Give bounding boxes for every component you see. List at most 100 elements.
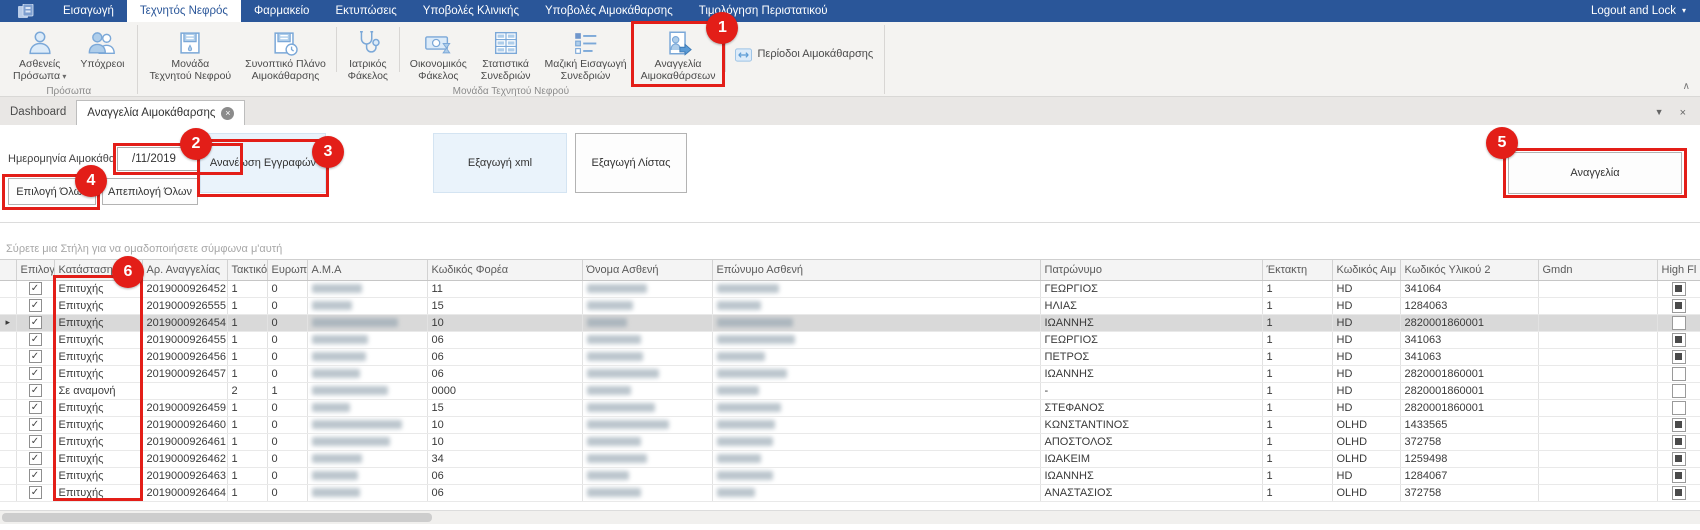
high-flux-checkbox[interactable]	[1672, 435, 1686, 449]
high-flux-checkbox[interactable]	[1672, 282, 1686, 296]
row-checkbox[interactable]: ✓	[29, 282, 42, 295]
menu-item[interactable]: Φαρμακείο	[241, 0, 322, 22]
row-checkbox[interactable]: ✓	[29, 384, 42, 397]
export-list-button[interactable]: Εξαγωγή Λίστας	[575, 133, 687, 193]
row-checkbox[interactable]: ✓	[29, 469, 42, 482]
high-flux-checkbox[interactable]	[1672, 367, 1686, 381]
cell-gmdn	[1538, 314, 1657, 331]
tab-dropdown-icon[interactable]: ▼	[1655, 107, 1664, 119]
column-header[interactable]: Πατρώνυμο	[1040, 260, 1262, 280]
close-tab-icon[interactable]: ×	[221, 107, 234, 120]
ribbon-button[interactable]: Υπόχρεοι	[73, 24, 131, 84]
deselect-all-button[interactable]: Απεπιλογή Όλων	[102, 178, 198, 205]
horizontal-scrollbar[interactable]	[0, 510, 1700, 524]
row-checkbox[interactable]: ✓	[29, 367, 42, 380]
column-header[interactable]: Gmdn	[1538, 260, 1657, 280]
grid-row[interactable]: ✓Επιτυχής20190009264521011ΓΕΩΡΓΙΟΣ1HD341…	[0, 280, 1700, 297]
row-checkbox[interactable]: ✓	[29, 435, 42, 448]
column-header[interactable]: Αρ. Αναγγελίας	[142, 260, 227, 280]
scrollbar-thumb[interactable]	[2, 513, 432, 522]
close-pane-icon[interactable]: ×	[1680, 107, 1686, 119]
menu-item[interactable]: Τεχνητός Νεφρός	[127, 0, 241, 22]
row-checkbox[interactable]: ✓	[29, 452, 42, 465]
menu-item[interactable]: Εκτυπώσεις	[322, 0, 409, 22]
grid-row[interactable]: ✓Επιτυχής20190009264601010ΚΩΝΣΤΑΝΤΙΝΟΣ1O…	[0, 416, 1700, 433]
column-header[interactable]: Όνομα Ασθενή	[582, 260, 712, 280]
app-logo-icon[interactable]	[0, 0, 50, 22]
high-flux-checkbox[interactable]	[1672, 452, 1686, 466]
group-by-bar[interactable]: Σύρετε μια Στήλη για να ομαδοποιήσετε σύ…	[0, 238, 1700, 260]
ribbon-button[interactable]: Συνοπτικό ΠλάνοΑιμοκάθαρσης	[238, 24, 333, 84]
row-checkbox[interactable]: ✓	[29, 418, 42, 431]
ribbon-button[interactable]: ΜονάδαΤεχνητού Νεφρού	[143, 24, 239, 84]
high-flux-checkbox[interactable]	[1672, 469, 1686, 483]
ribbon-button[interactable]: ΙατρικόςΦάκελος	[340, 24, 396, 84]
cell-ama-masked	[307, 348, 427, 365]
high-flux-checkbox[interactable]	[1672, 299, 1686, 313]
announce-button[interactable]: Αναγγελία	[1508, 152, 1682, 194]
grid-row[interactable]: ✓Επιτυχής20190009264551006ΓΕΩΡΓΙΟΣ1HD341…	[0, 331, 1700, 348]
grid-row[interactable]: ✓Επιτυχής20190009264571006ΙΩΑΝΝΗΣ1HD2820…	[0, 365, 1700, 382]
grid-row[interactable]: ✓Επιτυχής20190009264591015ΣΤΕΦΑΝΟΣ1HD282…	[0, 399, 1700, 416]
row-checkbox[interactable]: ✓	[29, 486, 42, 499]
row-checkbox[interactable]: ✓	[29, 316, 42, 329]
column-header[interactable]: High Fl	[1657, 260, 1700, 280]
grid-row[interactable]: ✓Σε αναμονή210000-1HD2820001860001	[0, 382, 1700, 399]
ribbon-button[interactable]: Μαζική ΕισαγωγήΣυνεδριών	[538, 24, 634, 84]
cell-europa: 0	[267, 399, 307, 416]
column-header[interactable]: Επιλογή	[16, 260, 54, 280]
menu-item[interactable]: Εισαγωγή	[50, 0, 127, 22]
cell-ektakti: 1	[1262, 331, 1332, 348]
menu-item[interactable]: Υποβολές Αιμοκάθαρσης	[532, 0, 686, 22]
column-header[interactable]: Κωδικός Αιμ	[1332, 260, 1400, 280]
high-flux-checkbox[interactable]	[1672, 401, 1686, 415]
high-flux-checkbox[interactable]	[1672, 333, 1686, 347]
column-header[interactable]: Κωδικός Υλικού 2	[1400, 260, 1538, 280]
ribbon-button[interactable]: ΟικονομικόςΦάκελος	[403, 24, 474, 84]
cell-europa: 1	[267, 382, 307, 399]
cell-high-flux	[1657, 331, 1700, 348]
row-checkbox[interactable]: ✓	[29, 401, 42, 414]
high-flux-checkbox[interactable]	[1672, 316, 1686, 330]
high-flux-checkbox[interactable]	[1672, 384, 1686, 398]
column-header[interactable]: Κωδικός Φορέα	[427, 260, 582, 280]
cell-high-flux	[1657, 399, 1700, 416]
high-flux-checkbox[interactable]	[1672, 350, 1686, 364]
grid-row[interactable]: ✓Επιτυχής20190009265551015ΗΛΙΑΣ1HD128406…	[0, 297, 1700, 314]
column-header[interactable]: Έκτακτη	[1262, 260, 1332, 280]
row-checkbox[interactable]: ✓	[29, 350, 42, 363]
grid-row[interactable]: ✓Επιτυχής20190009264631006ΙΩΑΝΝΗΣ1HD1284…	[0, 467, 1700, 484]
export-xml-button[interactable]: Εξαγωγή xml	[433, 133, 567, 193]
grid-row[interactable]: ✓Επιτυχής20190009264641006ΑΝΑΣΤΑΣΙΟΣ1OLH…	[0, 484, 1700, 501]
ribbon-button[interactable]: Περίοδοι Αιμοκάθαρσης	[729, 46, 879, 64]
high-flux-checkbox[interactable]	[1672, 418, 1686, 432]
column-header[interactable]: Τακτικός	[227, 260, 267, 280]
column-header[interactable]: Α.Μ.Α	[307, 260, 427, 280]
cell-europa: 0	[267, 297, 307, 314]
high-flux-checkbox[interactable]	[1672, 486, 1686, 500]
grid-row[interactable]: ▸✓Επιτυχής20190009264541010ΙΩΑΝΝΗΣ1HD282…	[0, 314, 1700, 331]
cell-material-code: 1284067	[1400, 467, 1538, 484]
ribbon-button[interactable]: ΑσθενείςΠρόσωπα ▾	[6, 24, 73, 84]
row-checkbox[interactable]: ✓	[29, 333, 42, 346]
cell-selection: ✓	[16, 433, 54, 450]
grid-row[interactable]: ✓Επιτυχής20190009264561006ΠΕΤΡΟΣ1HD34106…	[0, 348, 1700, 365]
column-header[interactable]: Επώνυμο Ασθενή	[712, 260, 1040, 280]
column-header[interactable]: Ευρωπα	[267, 260, 307, 280]
cell-announcement-number: 2019000926455	[142, 331, 227, 348]
grid-row[interactable]: ✓Επιτυχής20190009264621034ΙΩΑΚΕΙΜ1OLHD12…	[0, 450, 1700, 467]
logout-button[interactable]: Logout and Lock ▾	[1577, 0, 1700, 22]
menu-item[interactable]: Υποβολές Κλινικής	[410, 0, 532, 22]
ribbon-button[interactable]: ΣτατιστικάΣυνεδριών	[474, 24, 538, 84]
ribbon-button[interactable]: ΑναγγελίαΑιμοκαθάρσεων1	[634, 24, 723, 84]
cell-ama-masked	[307, 365, 427, 382]
refresh-records-button[interactable]: Ανανέωση Εγγραφών	[200, 133, 326, 193]
row-checkbox[interactable]: ✓	[29, 299, 42, 312]
grid-row[interactable]: ✓Επιτυχής20190009264611010ΑΠΟΣΤΟΛΟΣ1OLHD…	[0, 433, 1700, 450]
collapse-ribbon-icon[interactable]: ∧	[1683, 81, 1690, 92]
cell-material-code: 341063	[1400, 331, 1538, 348]
cell-patronymo: ΓΕΩΡΓΙΟΣ	[1040, 280, 1262, 297]
tab-inactive[interactable]: Dashboard	[0, 100, 76, 125]
tab-active[interactable]: Αναγγελία Αιμοκάθαρσης×	[76, 100, 245, 125]
cell-announcement-number: 2019000926457	[142, 365, 227, 382]
